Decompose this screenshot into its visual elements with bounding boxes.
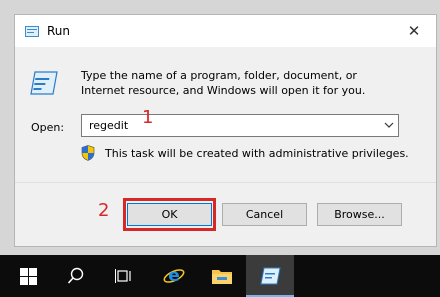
title-bar: Run ✕ [15, 15, 436, 47]
description-text: Type the name of a program, folder, docu… [81, 69, 366, 97]
task-view-button[interactable] [100, 255, 148, 297]
start-button[interactable] [4, 255, 52, 297]
uac-shield-icon [81, 145, 95, 161]
run-icon [260, 267, 281, 285]
start-icon [19, 267, 37, 285]
taskbar: e [0, 255, 440, 297]
browse-button[interactable]: Browse... [317, 203, 402, 226]
privilege-note: This task will be created with administr… [105, 147, 409, 160]
internet-explorer-icon: e [163, 266, 185, 286]
search-button[interactable] [52, 255, 100, 297]
annotation-step-2: 2 [98, 200, 110, 221]
chevron-down-icon[interactable] [383, 119, 395, 131]
close-button[interactable]: ✕ [404, 21, 424, 41]
file-explorer-button[interactable] [198, 255, 246, 297]
open-input[interactable]: regedit [89, 119, 128, 132]
annotation-step-1: 1 [142, 107, 154, 128]
window-title: Run [47, 24, 71, 38]
run-icon [25, 26, 39, 37]
svg-text:e: e [168, 266, 180, 286]
search-icon [67, 267, 84, 284]
open-label: Open: [31, 121, 65, 134]
run-dialog: Run ✕ Type the name of a program, folder… [14, 14, 437, 247]
run-large-icon [30, 71, 58, 95]
cancel-button[interactable]: Cancel [222, 203, 307, 226]
button-panel: 2 OK Cancel Browse... [15, 182, 436, 246]
open-combobox[interactable]: regedit [81, 114, 399, 137]
run-taskbar-button[interactable] [246, 255, 294, 297]
ok-button[interactable]: OK [127, 203, 212, 226]
internet-explorer-button[interactable]: e [150, 255, 198, 297]
task-view-icon [115, 269, 131, 283]
file-explorer-icon [212, 270, 232, 284]
